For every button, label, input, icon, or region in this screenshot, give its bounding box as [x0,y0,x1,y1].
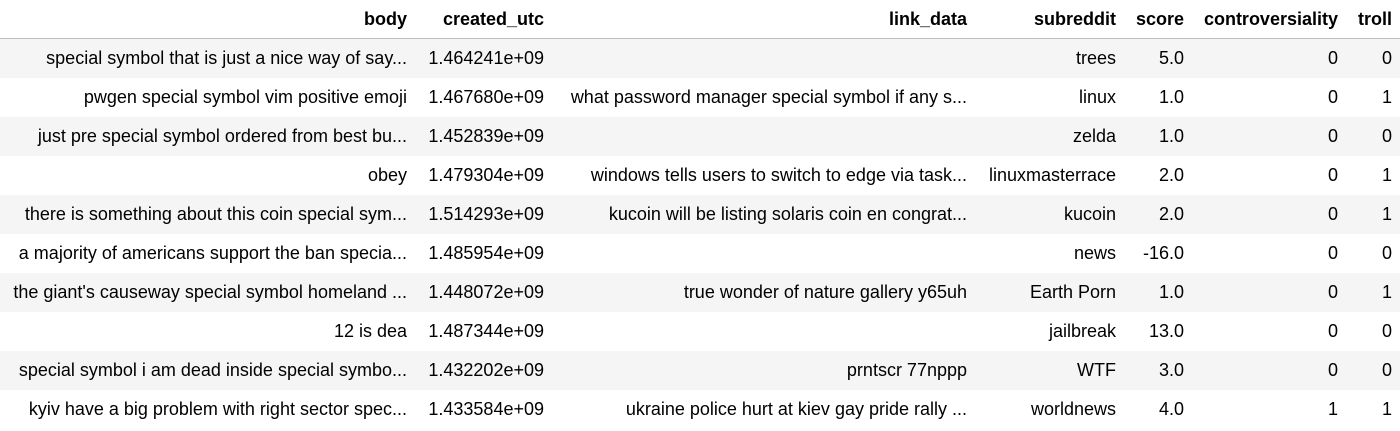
cell-link-data: kucoin will be listing solaris coin en c… [552,195,975,234]
cell-score: 2.0 [1124,195,1192,234]
cell-link-data: prntscr 77nppp [552,351,975,390]
cell-created-utc: 1.448072e+09 [415,273,552,312]
cell-controversiality: 0 [1192,273,1346,312]
column-header-link-data: link_data [552,0,975,39]
column-header-created-utc: created_utc [415,0,552,39]
cell-troll: 1 [1346,273,1400,312]
cell-body: pwgen special symbol vim positive emoji [0,78,415,117]
cell-subreddit: jailbreak [975,312,1124,351]
cell-body: special symbol that is just a nice way o… [0,38,415,78]
table-body: special symbol that is just a nice way o… [0,38,1400,429]
cell-link-data [552,234,975,273]
cell-troll: 1 [1346,195,1400,234]
cell-subreddit: worldnews [975,390,1124,429]
cell-score: 1.0 [1124,273,1192,312]
cell-score: 4.0 [1124,390,1192,429]
cell-troll: 0 [1346,312,1400,351]
cell-subreddit: WTF [975,351,1124,390]
cell-created-utc: 1.487344e+09 [415,312,552,351]
cell-controversiality: 0 [1192,195,1346,234]
table-header: body created_utc link_data subreddit sco… [0,0,1400,39]
cell-link-data [552,117,975,156]
cell-link-data: ukraine police hurt at kiev gay pride ra… [552,390,975,429]
cell-body: there is something about this coin speci… [0,195,415,234]
cell-created-utc: 1.514293e+09 [415,195,552,234]
table-row: special symbol i am dead inside special … [0,351,1400,390]
cell-troll: 0 [1346,234,1400,273]
cell-body: the giant's causeway special symbol home… [0,273,415,312]
cell-controversiality: 0 [1192,38,1346,78]
cell-controversiality: 0 [1192,78,1346,117]
cell-created-utc: 1.433584e+09 [415,390,552,429]
cell-body: just pre special symbol ordered from bes… [0,117,415,156]
cell-score: 3.0 [1124,351,1192,390]
cell-link-data [552,312,975,351]
cell-troll: 1 [1346,390,1400,429]
cell-troll: 0 [1346,351,1400,390]
cell-troll: 1 [1346,78,1400,117]
cell-subreddit: Earth Porn [975,273,1124,312]
cell-subreddit: trees [975,38,1124,78]
cell-link-data [552,38,975,78]
cell-score: -16.0 [1124,234,1192,273]
cell-body: 12 is dea [0,312,415,351]
cell-link-data: what password manager special symbol if … [552,78,975,117]
cell-created-utc: 1.452839e+09 [415,117,552,156]
cell-created-utc: 1.479304e+09 [415,156,552,195]
cell-subreddit: linux [975,78,1124,117]
cell-score: 1.0 [1124,117,1192,156]
header-row: body created_utc link_data subreddit sco… [0,0,1400,39]
cell-subreddit: zelda [975,117,1124,156]
cell-created-utc: 1.485954e+09 [415,234,552,273]
cell-body: obey [0,156,415,195]
cell-body: a majority of americans support the ban … [0,234,415,273]
column-header-controversiality: controversiality [1192,0,1346,39]
cell-created-utc: 1.464241e+09 [415,38,552,78]
cell-score: 5.0 [1124,38,1192,78]
cell-body: kyiv have a big problem with right secto… [0,390,415,429]
cell-body: special symbol i am dead inside special … [0,351,415,390]
table-row: the giant's causeway special symbol home… [0,273,1400,312]
cell-score: 2.0 [1124,156,1192,195]
cell-controversiality: 0 [1192,156,1346,195]
table-row: special symbol that is just a nice way o… [0,38,1400,78]
cell-link-data: windows tells users to switch to edge vi… [552,156,975,195]
column-header-score: score [1124,0,1192,39]
cell-troll: 1 [1346,156,1400,195]
cell-subreddit: kucoin [975,195,1124,234]
cell-troll: 0 [1346,117,1400,156]
column-header-subreddit: subreddit [975,0,1124,39]
table-row: obey 1.479304e+09 windows tells users to s… [0,156,1400,195]
cell-subreddit: linuxmasterrace [975,156,1124,195]
cell-controversiality: 0 [1192,117,1346,156]
dataframe-table: body created_utc link_data subreddit sco… [0,0,1400,429]
table-row: a majority of americans support the ban … [0,234,1400,273]
column-header-troll: troll [1346,0,1400,39]
cell-controversiality: 1 [1192,390,1346,429]
cell-score: 1.0 [1124,78,1192,117]
cell-troll: 0 [1346,38,1400,78]
cell-created-utc: 1.467680e+09 [415,78,552,117]
cell-controversiality: 0 [1192,312,1346,351]
cell-subreddit: news [975,234,1124,273]
table-row: 12 is dea 1.487344e+09 jailbreak 13.0 0 0 [0,312,1400,351]
cell-score: 13.0 [1124,312,1192,351]
table-row: pwgen special symbol vim positive emoji 1… [0,78,1400,117]
table-row: just pre special symbol ordered from bes… [0,117,1400,156]
cell-controversiality: 0 [1192,234,1346,273]
cell-link-data: true wonder of nature gallery y65uh [552,273,975,312]
cell-created-utc: 1.432202e+09 [415,351,552,390]
cell-controversiality: 0 [1192,351,1346,390]
table-row: kyiv have a big problem with right secto… [0,390,1400,429]
column-header-body: body [0,0,415,39]
table-row: there is something about this coin speci… [0,195,1400,234]
